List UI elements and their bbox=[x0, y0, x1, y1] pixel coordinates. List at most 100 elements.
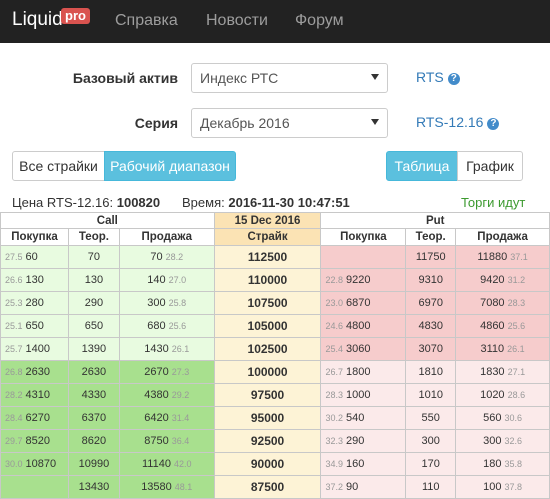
call-bid-price: 2630 bbox=[25, 366, 51, 378]
call-bid-cell[interactable]: 25.7 1400 bbox=[0, 337, 69, 361]
call-ask-price: 300 bbox=[147, 297, 166, 309]
call-ask-cell[interactable]: 2670 27.3 bbox=[118, 360, 215, 384]
put-bid-cell[interactable]: 23.0 6870 bbox=[320, 291, 407, 315]
call-bid-price: 8520 bbox=[25, 435, 51, 447]
call-bid-cell[interactable]: 28.2 4310 bbox=[0, 383, 69, 407]
chevron-down-icon bbox=[371, 119, 379, 125]
put-ask-cell[interactable]: 3110 26.1 bbox=[455, 337, 550, 361]
put-ask-iv: 30.6 bbox=[504, 413, 523, 423]
put-ask-price: 560 bbox=[483, 412, 502, 424]
put-theor-header: Теор. bbox=[405, 228, 457, 246]
put-ask-iv: 37.8 bbox=[504, 482, 523, 492]
call-ask-cell[interactable]: 70 28.2 bbox=[118, 245, 215, 269]
call-theor-cell: 4330 bbox=[67, 383, 120, 407]
question-icon[interactable]: ? bbox=[487, 118, 500, 130]
table-row: 27.5 60 70 70 28.2 112500 11750 11880 37.1 bbox=[0, 245, 550, 269]
put-ask-iv: 26.1 bbox=[507, 344, 525, 354]
put-bid-cell[interactable]: 24.6 4800 bbox=[320, 314, 407, 338]
call-ask-cell[interactable]: 300 25.8 bbox=[118, 291, 215, 315]
put-bid-cell[interactable] bbox=[320, 245, 407, 269]
put-bid-iv: 34.9 bbox=[325, 459, 343, 469]
call-bid-cell[interactable]: 29.7 8520 bbox=[0, 429, 69, 453]
put-bid-price: 6870 bbox=[345, 297, 371, 309]
put-bid-price: 540 bbox=[345, 412, 365, 424]
working-range-button[interactable]: Рабочий диапазон bbox=[104, 151, 236, 181]
call-ask-cell[interactable]: 140 27.0 bbox=[118, 268, 215, 292]
brand-logo[interactable]: Liquid bbox=[12, 9, 63, 31]
price-status: Цена RTS-12.16: 100820 bbox=[12, 195, 160, 210]
put-ask-cell[interactable]: 9420 31.2 bbox=[455, 268, 550, 292]
put-ask-cell[interactable]: 560 30.6 bbox=[455, 406, 550, 430]
call-ask-cell[interactable]: 4380 29.2 bbox=[118, 383, 215, 407]
call-ask-iv: 25.6 bbox=[168, 321, 187, 331]
call-bid-header: Покупка bbox=[0, 228, 69, 246]
series-select[interactable]: Декабрь 2016 bbox=[191, 108, 388, 138]
table-row: 29.7 8520 8620 8750 36.4 92500 32.3 290 300 300 32… bbox=[0, 429, 550, 453]
put-ask-cell[interactable]: 11880 37.1 bbox=[455, 245, 550, 269]
put-bid-cell[interactable]: 34.9 160 bbox=[320, 452, 407, 476]
nav-news-link[interactable]: Новости bbox=[206, 12, 268, 30]
call-ask-cell[interactable]: 1430 26.1 bbox=[118, 337, 215, 361]
all-strikes-button[interactable]: Все страйки bbox=[12, 151, 105, 181]
put-ask-cell[interactable]: 4860 25.6 bbox=[455, 314, 550, 338]
call-ask-cell[interactable]: 11140 42.0 bbox=[118, 452, 215, 476]
put-bid-price: 160 bbox=[345, 458, 365, 470]
put-ask-price: 11880 bbox=[477, 251, 508, 263]
call-bid-iv: 25.7 bbox=[5, 344, 23, 354]
nav-help-link[interactable]: Справка bbox=[115, 12, 178, 30]
put-bid-cell[interactable]: 32.3 290 bbox=[320, 429, 407, 453]
strike-cell: 112500 bbox=[213, 245, 322, 269]
call-theor-cell: 70 bbox=[67, 245, 120, 269]
expiry-header: 15 Dec 2016 bbox=[213, 212, 322, 229]
call-bid-cell[interactable]: 25.3 280 bbox=[0, 291, 69, 315]
put-ask-price: 180 bbox=[483, 458, 502, 470]
asset-info-link[interactable]: RTS? bbox=[416, 69, 460, 85]
call-ask-iv: 42.0 bbox=[173, 459, 192, 469]
table-view-button[interactable]: Таблица bbox=[386, 151, 458, 181]
call-bid-cell[interactable]: 26.6 130 bbox=[0, 268, 69, 292]
call-bid-iv: 25.1 bbox=[5, 321, 23, 331]
call-ask-cell[interactable]: 8750 36.4 bbox=[118, 429, 215, 453]
chart-view-button[interactable]: График bbox=[457, 151, 523, 181]
asset-select[interactable]: Индекс РТС bbox=[191, 63, 388, 93]
put-bid-cell[interactable]: 22.8 9220 bbox=[320, 268, 407, 292]
put-bid-cell[interactable]: 28.3 1000 bbox=[320, 383, 407, 407]
call-ask-cell[interactable]: 680 25.6 bbox=[118, 314, 215, 338]
put-ask-cell[interactable]: 300 32.6 bbox=[455, 429, 550, 453]
call-bid-iv: 26.6 bbox=[5, 275, 23, 285]
put-ask-iv: 37.1 bbox=[510, 252, 528, 262]
table-row: 26.6 130 130 140 27.0 110000 22.8 9220 9310 9420 3… bbox=[0, 268, 550, 292]
put-bid-cell[interactable]: 26.7 1800 bbox=[320, 360, 407, 384]
question-icon[interactable]: ? bbox=[447, 73, 460, 85]
put-bid-iv: 24.6 bbox=[325, 321, 343, 331]
put-bid-cell[interactable]: 30.2 540 bbox=[320, 406, 407, 430]
call-ask-price: 11140 bbox=[142, 458, 171, 470]
call-ask-price: 8750 bbox=[144, 435, 169, 447]
call-bid-iv: 28.4 bbox=[5, 413, 23, 423]
call-bid-cell[interactable]: 27.5 60 bbox=[0, 245, 69, 269]
put-theor-cell: 11750 bbox=[405, 245, 457, 269]
put-theor-cell: 170 bbox=[405, 452, 457, 476]
strike-cell: 107500 bbox=[213, 291, 322, 315]
put-theor-cell: 6970 bbox=[405, 291, 457, 315]
put-bid-iv: 37.2 bbox=[325, 482, 343, 492]
call-ask-iv: 29.2 bbox=[171, 390, 190, 400]
call-ask-price: 140 bbox=[147, 274, 166, 286]
call-bid-cell[interactable]: 30.0 10870 bbox=[0, 452, 69, 476]
put-ask-cell[interactable]: 7080 28.3 bbox=[455, 291, 550, 315]
call-bid-cell[interactable]: 26.8 2630 bbox=[0, 360, 69, 384]
call-bid-price: 60 bbox=[25, 251, 38, 263]
put-ask-cell[interactable]: 180 35.8 bbox=[455, 452, 550, 476]
put-ask-cell[interactable]: 1020 28.6 bbox=[455, 383, 550, 407]
call-ask-cell[interactable]: 6420 31.4 bbox=[118, 406, 215, 430]
put-bid-cell[interactable]: 25.4 3060 bbox=[320, 337, 407, 361]
put-theor-cell: 550 bbox=[405, 406, 457, 430]
series-info-link[interactable]: RTS-12.16? bbox=[416, 114, 500, 130]
call-ask-iv: 28.2 bbox=[165, 252, 184, 262]
nav-forum-link[interactable]: Форум bbox=[295, 12, 344, 30]
call-bid-cell[interactable]: 25.1 650 bbox=[0, 314, 69, 338]
put-ask-cell[interactable]: 1830 27.1 bbox=[455, 360, 550, 384]
call-bid-cell[interactable]: 28.4 6270 bbox=[0, 406, 69, 430]
put-bid-iv: 26.7 bbox=[325, 367, 343, 377]
time-status: Время: 2016-11-30 10:47:51 bbox=[182, 195, 350, 210]
